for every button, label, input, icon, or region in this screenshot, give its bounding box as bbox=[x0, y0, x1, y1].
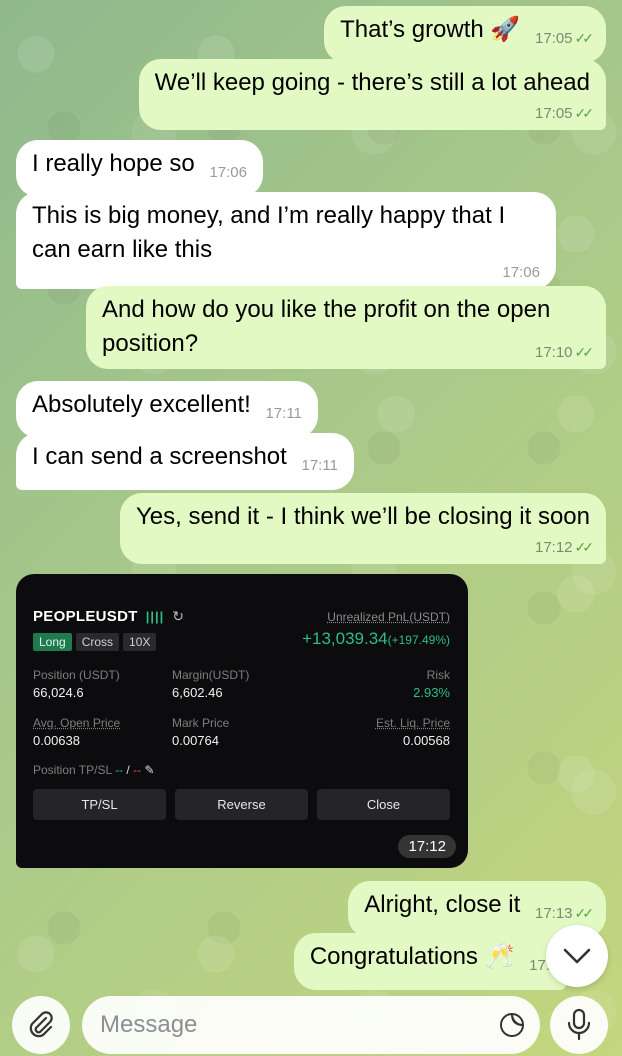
message-text: Alright, close it bbox=[364, 891, 521, 918]
voice-message-button[interactable] bbox=[550, 996, 608, 1054]
tag-cross: Cross bbox=[75, 633, 120, 651]
open-price-label: Avg. Open Price bbox=[33, 716, 121, 730]
signal-bars-icon: |||| bbox=[145, 609, 165, 624]
message-incoming[interactable]: I really hope so 17:06 bbox=[16, 140, 263, 197]
pnl-label: Unrealized PnL(USDT) bbox=[327, 609, 450, 624]
message-incoming[interactable]: Absolutely excellent! 17:11 bbox=[16, 381, 318, 438]
position-value: 66,024.6 bbox=[33, 685, 84, 700]
mark-price-label: Mark Price bbox=[172, 716, 230, 730]
composer-bar bbox=[0, 994, 622, 1056]
message-incoming[interactable]: I can send a screenshot 17:11 bbox=[16, 433, 354, 490]
message-text: Yes, send it - I think we’ll be closing … bbox=[135, 503, 590, 530]
message-text: We’ll keep going - there’s still a lot a… bbox=[154, 69, 590, 96]
risk-value: 2.93% bbox=[413, 685, 450, 700]
message-time: 17:12 bbox=[534, 539, 573, 556]
margin-label: Margin(USDT) bbox=[172, 668, 250, 682]
double-check-icon: ✓✓ bbox=[574, 344, 595, 360]
message-text: Absolutely excellent! bbox=[32, 391, 251, 418]
message-text: This is big money, and I’m really happy … bbox=[32, 202, 506, 263]
liq-price-value: 0.00568 bbox=[403, 733, 450, 748]
double-check-icon: ✓✓ bbox=[574, 105, 595, 121]
message-text: That’s growth 🚀 bbox=[340, 16, 521, 43]
message-input[interactable] bbox=[100, 1011, 498, 1039]
message-text: I can send a screenshot bbox=[32, 443, 287, 470]
message-time: 17:11 bbox=[301, 457, 338, 474]
message-input-container[interactable] bbox=[82, 996, 540, 1054]
message-text: Congratulations 🥂 bbox=[309, 943, 515, 970]
sticker-icon[interactable] bbox=[498, 1011, 526, 1039]
attach-button[interactable] bbox=[12, 996, 70, 1054]
message-time: 17:06 bbox=[209, 164, 247, 181]
open-price-value: 0.00638 bbox=[33, 733, 80, 748]
microphone-icon bbox=[567, 1008, 591, 1041]
message-outgoing[interactable]: We’ll keep going - there’s still a lot a… bbox=[138, 59, 606, 130]
message-time: 17:11 bbox=[265, 405, 302, 422]
position-label: Position (USDT) bbox=[33, 668, 120, 682]
message-outgoing[interactable]: Yes, send it - I think we’ll be closing … bbox=[119, 493, 606, 564]
tag-long: Long bbox=[33, 633, 72, 651]
message-time: 17:13 bbox=[534, 905, 573, 922]
mark-price-value: 0.00764 bbox=[172, 733, 219, 748]
pnl-value: +13,039.34(+197.49%) bbox=[302, 629, 450, 648]
message-outgoing[interactable]: And how do you like the profit on the op… bbox=[86, 286, 606, 369]
message-text: I really hope so bbox=[32, 150, 195, 177]
double-check-icon: ✓✓ bbox=[574, 905, 595, 921]
message-time: 17:10 bbox=[534, 344, 573, 361]
close-position-button: Close bbox=[317, 789, 450, 820]
tpsl-button: TP/SL bbox=[33, 789, 166, 820]
scroll-down-button[interactable] bbox=[546, 925, 608, 987]
message-outgoing[interactable]: That’s growth 🚀 17:05 ✓✓ bbox=[324, 6, 606, 63]
screenshot-message[interactable]: PEOPLEUSDT |||| ↻ Unrealized PnL(USDT) L… bbox=[16, 574, 468, 868]
share-icon: ↻ bbox=[172, 608, 184, 624]
edit-icon: ✎ bbox=[144, 763, 155, 777]
double-check-icon: ✓✓ bbox=[574, 30, 595, 46]
trading-pair: PEOPLEUSDT bbox=[33, 608, 138, 625]
chevron-down-icon bbox=[563, 948, 591, 964]
message-outgoing[interactable]: Congratulations 🥂 17: bbox=[293, 933, 566, 990]
reverse-button: Reverse bbox=[175, 789, 308, 820]
position-tpsl: Position TP/SL -- / -- ✎ bbox=[33, 763, 155, 777]
paperclip-icon bbox=[29, 1011, 53, 1038]
risk-label: Risk bbox=[426, 668, 450, 682]
message-time: 17:05 bbox=[534, 105, 573, 122]
message-time: 17:06 bbox=[502, 264, 540, 281]
message-time: 17:05 bbox=[534, 30, 573, 47]
chat-history[interactable]: That’s growth 🚀 17:05 ✓✓ We’ll keep going… bbox=[0, 0, 622, 1056]
double-check-icon: ✓✓ bbox=[574, 539, 595, 555]
message-time: 17:12 bbox=[398, 835, 456, 858]
message-incoming[interactable]: This is big money, and I’m really happy … bbox=[16, 192, 556, 289]
tag-leverage: 10X bbox=[123, 633, 157, 651]
liq-price-label: Est. Liq. Price bbox=[375, 716, 450, 730]
margin-value: 6,602.46 bbox=[172, 685, 223, 700]
